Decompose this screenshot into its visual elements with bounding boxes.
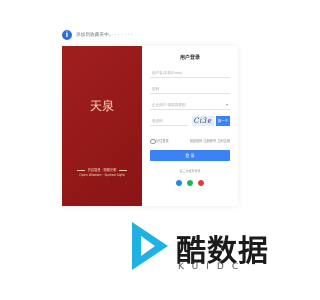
watermark-subtitle: KUIDC bbox=[178, 262, 247, 272]
chevron-down-icon: ▾ bbox=[225, 102, 228, 107]
info-icon: i bbox=[62, 30, 72, 40]
qq-icon[interactable] bbox=[176, 180, 182, 186]
account-links[interactable]: 找回密码 注册帐号 立即注册 bbox=[190, 138, 230, 143]
remember-checkbox[interactable] bbox=[150, 138, 156, 144]
username-input[interactable]: 用户名/手机/Email bbox=[150, 68, 230, 78]
slogan-en: Open Wisdom · Spread Light bbox=[79, 173, 125, 177]
wechat-icon[interactable] bbox=[187, 180, 193, 186]
notice-text: 添加到收藏夹中，· · · · · · · bbox=[76, 33, 133, 38]
slogan-divider-right bbox=[119, 169, 128, 171]
login-card: 天泉 开启智慧 · 照耀光明 Open Wisdom · Spread Ligh… bbox=[62, 46, 238, 206]
slogan-cn: 开启智慧 · 照耀光明 bbox=[87, 168, 117, 172]
remember-label: 记住登录 bbox=[156, 139, 169, 143]
captcha-placeholder: 验证码 bbox=[152, 119, 163, 123]
captcha-image[interactable]: Ci3e bbox=[192, 116, 214, 126]
notice-bar: i 添加到收藏夹中，· · · · · · · bbox=[62, 26, 238, 44]
user-type-select[interactable]: 企业用户/请选择类别 ▾ bbox=[150, 100, 230, 110]
captcha-refresh-button[interactable]: 换一个 bbox=[216, 116, 230, 126]
login-button[interactable]: 登 录 bbox=[150, 150, 230, 161]
password-input[interactable]: 密码 bbox=[150, 84, 230, 94]
slogan-divider-left bbox=[76, 169, 85, 171]
username-placeholder: 用户名/手机/Email bbox=[152, 71, 183, 75]
login-form: 用户登录 用户名/手机/Email 密码 企业用户/请选择类别 ▾ 验证码 Ci… bbox=[142, 46, 238, 206]
user-type-value: 企业用户/请选择类别 bbox=[152, 103, 186, 107]
third-party-label: 第三方帐号登录 bbox=[179, 169, 201, 173]
brand-panel: 天泉 开启智慧 · 照耀光明 Open Wisdom · Spread Ligh… bbox=[62, 46, 142, 206]
captcha-row: 验证码 Ci3e 换一个 bbox=[150, 116, 230, 126]
brand-slogan: 开启智慧 · 照耀光明 Open Wisdom · Spread Light bbox=[66, 168, 138, 178]
weibo-icon[interactable] bbox=[198, 180, 204, 186]
social-login-row bbox=[176, 180, 204, 187]
brand-logo: 天泉 bbox=[88, 100, 116, 134]
login-title: 用户登录 bbox=[179, 55, 200, 61]
logo-text: 天泉 bbox=[89, 99, 114, 113]
password-placeholder: 密码 bbox=[152, 87, 160, 91]
captcha-input[interactable]: 验证码 bbox=[150, 116, 188, 126]
login-options: 记住登录 找回密码 注册帐号 立即注册 bbox=[150, 138, 230, 144]
watermark-play-inner bbox=[141, 236, 155, 256]
